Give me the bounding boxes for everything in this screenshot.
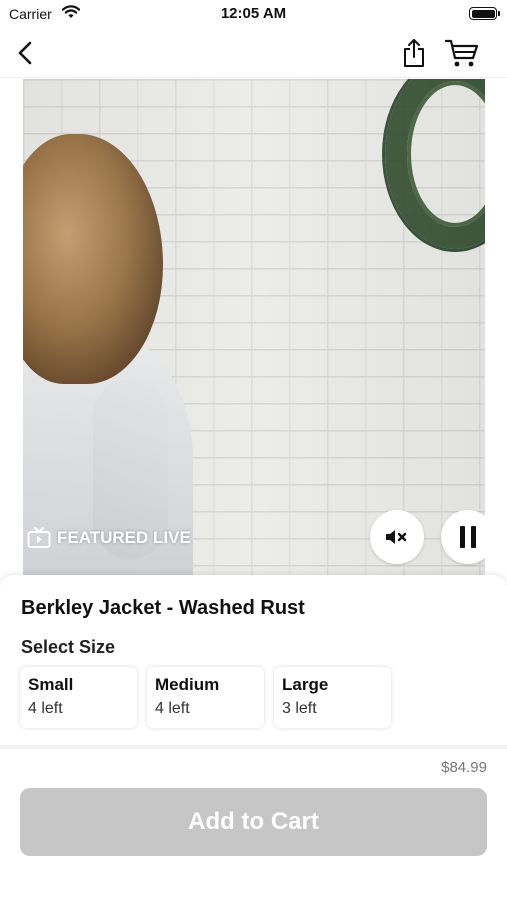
size-stock: 3 left [282,700,317,717]
size-option-large[interactable]: Large 3 left [274,667,391,728]
mute-icon [386,530,407,544]
clock: 12:05 AM [220,5,287,22]
product-title: Berkley Jacket - Washed Rust [21,597,305,619]
featured-live-label: FEATURED LIVE [57,528,191,547]
chevron-left-icon [18,41,32,65]
add-to-cart-button[interactable]: Add to Cart [20,788,487,856]
mute-button[interactable] [370,510,424,564]
size-option-medium[interactable]: Medium 4 left [147,667,264,728]
size-name: Large [282,675,329,694]
size-name: Medium [155,675,220,694]
size-name: Small [28,675,74,694]
nav-bar [0,28,507,78]
price: $84.99 [441,759,487,776]
cart-icon [445,39,479,67]
share-button[interactable] [397,36,431,70]
size-option-small[interactable]: Small 4 left [20,667,137,728]
live-video[interactable]: FEATURED LIVE [23,79,485,579]
pause-icon [460,526,476,548]
video-shade [23,79,485,579]
size-options: Small 4 left Medium 4 left Large 3 left [20,667,391,728]
product-sheet: Berkley Jacket - Washed Rust Select Size… [0,575,507,900]
tv-icon [27,527,51,548]
cart-button[interactable] [445,36,479,70]
status-bar: Carrier 12:05 AM [0,0,507,28]
size-stock: 4 left [28,700,63,717]
divider [0,745,507,749]
select-size-label: Select Size [21,637,116,657]
size-stock: 4 left [155,700,190,717]
battery-icon [469,7,500,20]
share-icon [404,39,424,67]
back-button[interactable] [8,36,42,70]
featured-live-badge: FEATURED LIVE [27,527,191,549]
